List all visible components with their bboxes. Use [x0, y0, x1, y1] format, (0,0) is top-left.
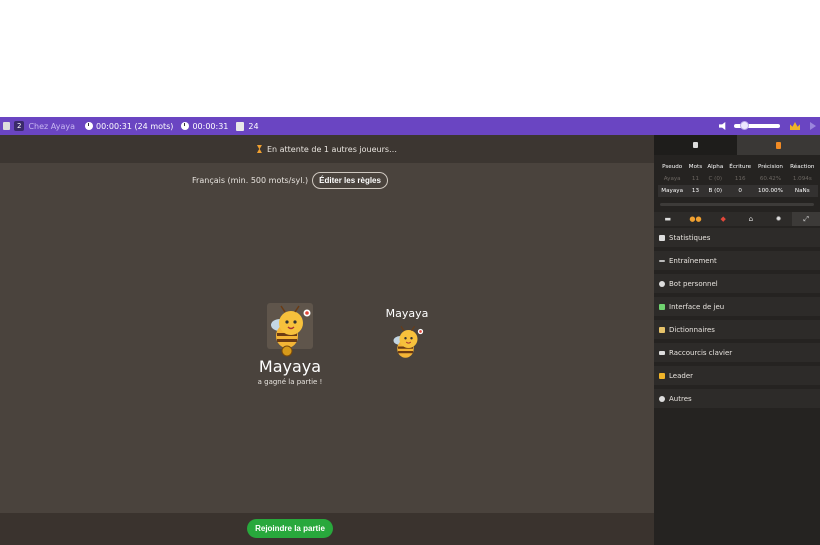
- waiting-banner: En attente de 1 autres joueurs…: [0, 135, 654, 163]
- rules-row: Français (min. 500 mots/syl.) Éditer les…: [0, 172, 580, 189]
- lock-icon[interactable]: [3, 122, 10, 130]
- bee-mascot-icon: [271, 305, 311, 357]
- menu-item-statistiques[interactable]: Statistiques: [654, 228, 820, 247]
- table-cell: C (0): [708, 176, 723, 182]
- waiting-text: En attente de 1 autres joueurs…: [266, 144, 398, 154]
- keyboard-icon: [659, 350, 665, 355]
- pencil-icon: [659, 259, 665, 262]
- top-status-bar: 2 Chez Ayaya 00:00:31 (24 mots) 00:00:31 …: [0, 117, 820, 135]
- join-game-button[interactable]: Rejoindre la partie: [247, 519, 333, 538]
- col-header: Précision: [758, 164, 783, 170]
- winner-subtitle: a gagné la partie !: [257, 378, 323, 386]
- stats-icon: [659, 234, 665, 241]
- stats-table: Pseudo Mots Alpha Écriture Précision Réa…: [658, 161, 818, 197]
- expand-icon[interactable]: ⤢: [792, 212, 820, 226]
- winner-name: Mayaya: [258, 357, 322, 376]
- table-cell: 100.00%: [754, 185, 787, 197]
- table-row: Ayaya 11 C (0) 116 60.42% 1.094s: [658, 173, 818, 185]
- table-cell: 1.094s: [792, 176, 812, 182]
- col-header: Mots: [688, 164, 703, 170]
- winner-panel: Mayaya a gagné la partie !: [245, 303, 335, 386]
- col-header: Écriture: [729, 164, 752, 170]
- trash-icon: [693, 142, 698, 148]
- book-icon: [659, 326, 665, 333]
- table-row: Mayaya 13 B (0) 0 100.00% NaNs: [658, 185, 818, 197]
- table-cell: Ayaya: [663, 176, 681, 182]
- round-timer: 00:00:31 (24 mots): [96, 121, 174, 131]
- menu-item-dictionnaires[interactable]: Dictionnaires: [654, 320, 820, 339]
- col-header: Alpha: [707, 164, 724, 170]
- sidebar-icon-tabs: ▬ ●● ◆ ⌂ ✹ ⤢: [654, 212, 820, 226]
- player-count-badge: 2: [14, 121, 25, 131]
- table-cell: Mayaya: [658, 185, 687, 197]
- collapse-arrow-icon[interactable]: [810, 122, 816, 130]
- hourglass-icon: [256, 145, 262, 153]
- player-card: Mayaya: [377, 307, 437, 370]
- tab-stats[interactable]: [737, 135, 820, 155]
- volume-slider-knob[interactable]: [740, 121, 749, 130]
- table-cell: 0: [725, 185, 755, 197]
- robot-icon: [659, 280, 665, 287]
- table-cell: 116: [734, 176, 746, 182]
- player-name: Mayaya: [385, 307, 429, 320]
- menu-item-raccourcis[interactable]: Raccourcis clavier: [654, 343, 820, 362]
- table-cell: 60.42%: [759, 176, 782, 182]
- menu-label: Autres: [669, 394, 692, 403]
- phone-icon: [776, 141, 781, 149]
- menu-label: Entraînement: [669, 256, 717, 265]
- sidebar-menu: Statistiques Entraînement Bot personnel …: [654, 228, 820, 408]
- crown-icon: [659, 372, 665, 379]
- blank-header-area: [0, 0, 820, 117]
- menu-label: Raccourcis clavier: [669, 348, 733, 357]
- stats-header-row: Pseudo Mots Alpha Écriture Précision Réa…: [658, 161, 818, 173]
- game-area: En attente de 1 autres joueurs… Français…: [0, 135, 654, 545]
- gear-icon: [659, 395, 665, 402]
- crown-icon[interactable]: [790, 122, 800, 130]
- menu-label: Dictionnaires: [669, 325, 715, 334]
- table-cell: 13: [686, 185, 705, 197]
- menu-item-leader[interactable]: Leader: [654, 366, 820, 385]
- menu-label: Leader: [669, 371, 694, 380]
- bee-mascot-icon: [393, 325, 424, 358]
- winner-avatar: [267, 303, 313, 357]
- menu-item-entrainement[interactable]: Entraînement: [654, 251, 820, 270]
- room-name[interactable]: Chez Ayaya: [28, 122, 75, 131]
- table-cell: 11: [691, 176, 700, 182]
- sidebar-tabs: [654, 135, 820, 155]
- menu-label: Interface de jeu: [669, 302, 725, 311]
- menu-label: Statistiques: [669, 233, 711, 242]
- table-scrollbar[interactable]: [660, 203, 814, 206]
- col-header: Réaction: [790, 164, 815, 170]
- table-cell: NaNs: [786, 185, 818, 197]
- tools-icon: [659, 303, 665, 310]
- home-icon[interactable]: ⌂: [737, 212, 765, 226]
- words-count: 24: [248, 121, 259, 131]
- game-icon[interactable]: ◆: [709, 212, 737, 226]
- volume-icon[interactable]: [719, 122, 726, 130]
- stopwatch-icon: [181, 122, 190, 130]
- edit-rules-button[interactable]: Éditer les règles: [312, 172, 388, 189]
- total-timer: 00:00:31: [192, 121, 229, 131]
- rules-text: Français (min. 500 mots/syl.): [192, 176, 309, 185]
- settings-icon[interactable]: ✹: [765, 212, 793, 226]
- menu-item-autres[interactable]: Autres: [654, 389, 820, 408]
- col-header: Pseudo: [662, 164, 683, 170]
- table-cell: B (0): [704, 185, 726, 197]
- menu-label: Bot personnel: [669, 279, 718, 288]
- players-icon[interactable]: ●●: [682, 212, 710, 226]
- stopwatch-icon: [85, 122, 93, 130]
- menu-item-interface[interactable]: Interface de jeu: [654, 297, 820, 316]
- page-icon: [236, 121, 245, 131]
- tab-trash[interactable]: [654, 135, 737, 155]
- volume-slider[interactable]: [734, 121, 780, 130]
- menu-item-bot[interactable]: Bot personnel: [654, 274, 820, 293]
- bottom-bar: Rejoindre la partie: [0, 513, 654, 545]
- chat-icon[interactable]: ▬: [654, 212, 682, 226]
- sidebar: Pseudo Mots Alpha Écriture Précision Réa…: [654, 135, 820, 545]
